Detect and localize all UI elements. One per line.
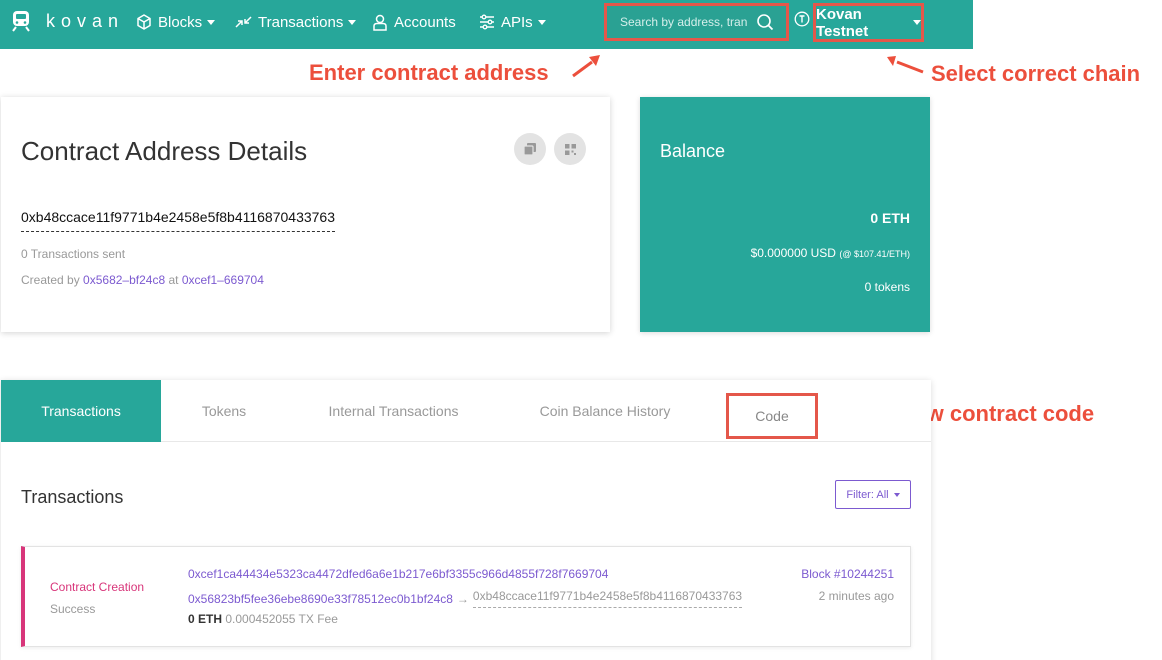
- page-title: Contract Address Details: [21, 136, 308, 166]
- tab-coin-balance-history[interactable]: Coin Balance History: [511, 380, 699, 442]
- balance-title: Balance: [660, 141, 726, 161]
- filter-label: Filter: All: [846, 488, 889, 501]
- arrow-right-icon: →: [456, 591, 469, 606]
- tx-hash-link[interactable]: 0xcef1ca44434e5323ca4472dfed6a6e1b217e6b…: [188, 567, 608, 581]
- tab-bar: Transactions Tokens Internal Transaction…: [1, 380, 931, 442]
- filter-dropdown[interactable]: Filter: All: [835, 480, 911, 509]
- tx-from-to: 0x56823bf5fee36ebe8690e33f78512ec0b1bf24…: [188, 589, 743, 608]
- creation-tx-link[interactable]: 0xcef1–669704: [182, 273, 264, 287]
- balance-eth: 0 ETH: [870, 210, 910, 226]
- balance-usd-rate: (@ $107.41/ETH): [839, 249, 910, 259]
- address-details-card: Contract Address Details 0xb48ccace11f97…: [1, 97, 610, 332]
- tab-tokens[interactable]: Tokens: [161, 380, 287, 442]
- contract-address[interactable]: 0xb48ccace11f9771b4e2458e5f8b41168704337…: [21, 209, 336, 232]
- tab-transactions[interactable]: Transactions: [1, 380, 161, 442]
- section-title: Transactions: [21, 487, 124, 507]
- transactions-section: Transactions Tokens Internal Transaction…: [1, 380, 931, 660]
- tx-value-fee: 0 ETH 0.000452055 TX Fee: [188, 612, 338, 626]
- transactions-sent: 0 Transactions sent: [21, 247, 126, 261]
- tx-from-link[interactable]: 0x56823bf5fee36ebe8690e33f78512ec0b1bf24…: [188, 592, 453, 606]
- tx-block-link[interactable]: Block #10244251: [801, 567, 894, 581]
- tab-internal-transactions[interactable]: Internal Transactions: [301, 380, 486, 442]
- created-by: Created by 0x5682–bf24c8 at 0xcef1–66970…: [21, 273, 264, 287]
- at-label: at: [168, 273, 179, 287]
- tx-to-address[interactable]: 0xb48ccace11f9771b4e2458e5f8b41168704337…: [472, 589, 743, 608]
- balance-usd-value: $0.000000 USD: [750, 246, 836, 260]
- tx-status: Success: [50, 602, 96, 616]
- tx-value: 0 ETH: [188, 612, 223, 626]
- creator-address-link[interactable]: 0x5682–bf24c8: [83, 273, 165, 287]
- balance-card: Balance 0 ETH $0.000000 USD (@ $107.41/E…: [640, 97, 930, 332]
- transaction-row: Contract Creation Success 0xcef1ca44434e…: [21, 546, 911, 647]
- tab-code[interactable]: Code: [726, 393, 818, 439]
- copy-button[interactable]: [514, 133, 546, 165]
- tx-time: 2 minutes ago: [818, 589, 894, 603]
- qr-code-icon: [564, 143, 576, 155]
- chevron-down-icon: [893, 492, 900, 497]
- tx-fee: 0.000452055 TX Fee: [225, 612, 338, 626]
- balance-usd: $0.000000 USD (@ $107.41/ETH): [751, 246, 910, 260]
- balance-tokens: 0 tokens: [864, 280, 910, 294]
- annotation-enter-address: Enter contract address: [309, 60, 549, 85]
- annotation-select-chain: Select correct chain: [931, 61, 1141, 86]
- created-by-label: Created by: [21, 273, 80, 287]
- copy-icon: [523, 143, 536, 156]
- tx-type: Contract Creation: [50, 580, 145, 594]
- qr-code-button[interactable]: [554, 133, 586, 165]
